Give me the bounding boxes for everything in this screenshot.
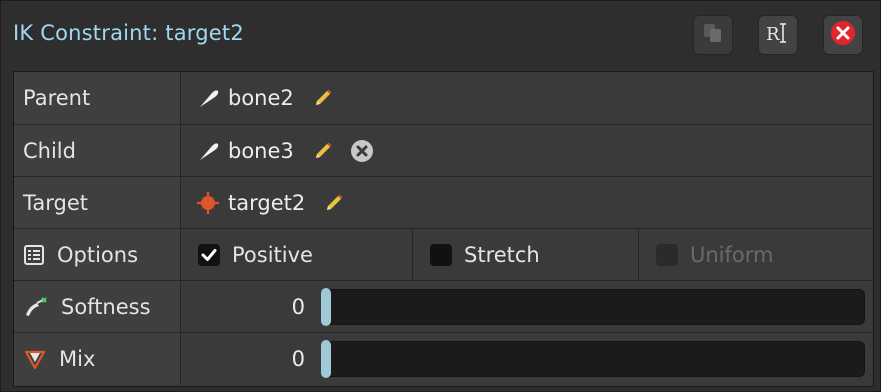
softness-slider-handle[interactable]	[321, 288, 331, 326]
child-row: Child bone3	[14, 124, 873, 177]
options-label-cell: Options	[14, 229, 181, 281]
copy-button[interactable]	[693, 15, 733, 55]
child-label: Child	[14, 125, 181, 177]
pencil-icon[interactable]	[323, 192, 345, 214]
ik-constraint-panel: IK Constraint: target2 R Parent bone2 Ch…	[0, 0, 881, 392]
stretch-label: Stretch	[464, 243, 540, 267]
clear-icon[interactable]	[350, 139, 374, 163]
panel-title: IK Constraint: target2	[13, 21, 244, 45]
rename-icon: R	[765, 21, 791, 49]
parent-value: bone2	[182, 72, 873, 124]
options-label: Options	[57, 243, 139, 267]
options-row: Options Positive Stretch Uniform	[14, 228, 873, 281]
options-value: Positive Stretch Uniform	[182, 229, 873, 281]
close-icon	[829, 19, 857, 51]
stretch-checkbox[interactable]: Stretch	[414, 229, 639, 281]
target-icon	[196, 191, 220, 215]
pencil-icon[interactable]	[312, 87, 334, 109]
bone-icon	[198, 140, 220, 162]
close-button[interactable]	[823, 15, 863, 55]
parent-label: Parent	[14, 72, 181, 124]
uniform-label: Uniform	[690, 243, 774, 267]
softness-label-cell: Softness	[14, 281, 181, 333]
target-row: Target target2	[14, 176, 873, 229]
child-value: bone3	[182, 125, 873, 177]
softness-icon	[23, 296, 49, 318]
checkbox-disabled-icon	[656, 244, 678, 266]
softness-label: Softness	[61, 295, 151, 319]
mix-input[interactable]: 0	[182, 333, 317, 385]
positive-label: Positive	[232, 243, 313, 267]
options-list-icon	[23, 244, 45, 266]
softness-input[interactable]: 0	[182, 281, 317, 333]
pencil-icon[interactable]	[312, 140, 334, 162]
target-name[interactable]: target2	[228, 191, 305, 215]
parent-row: Parent bone2	[14, 72, 873, 124]
checkbox-unchecked-icon	[430, 244, 452, 266]
softness-value: 0	[182, 281, 873, 333]
checkbox-checked-icon	[198, 244, 220, 266]
softness-row: Softness 0	[14, 280, 873, 333]
parent-bone-name[interactable]: bone2	[228, 86, 294, 110]
target-value: target2	[182, 177, 873, 229]
svg-text:R: R	[766, 24, 780, 45]
mix-icon	[23, 348, 47, 370]
title-bar: IK Constraint: target2 R	[1, 1, 880, 71]
mix-row: Mix 0	[14, 332, 873, 385]
mix-slider-handle[interactable]	[321, 340, 331, 378]
softness-slider[interactable]	[321, 288, 865, 326]
target-label: Target	[14, 177, 181, 229]
child-bone-name[interactable]: bone3	[228, 139, 294, 163]
mix-label-cell: Mix	[14, 333, 181, 385]
copy-icon	[701, 21, 725, 49]
mix-value: 0	[182, 333, 873, 385]
uniform-checkbox[interactable]: Uniform	[640, 229, 873, 281]
rename-button[interactable]: R	[758, 15, 798, 55]
positive-checkbox[interactable]: Positive	[198, 229, 413, 281]
bone-icon	[198, 87, 220, 109]
mix-label: Mix	[59, 347, 96, 371]
properties-grid: Parent bone2 Child bone3 Target target2 …	[13, 71, 874, 387]
mix-slider[interactable]	[321, 340, 865, 378]
